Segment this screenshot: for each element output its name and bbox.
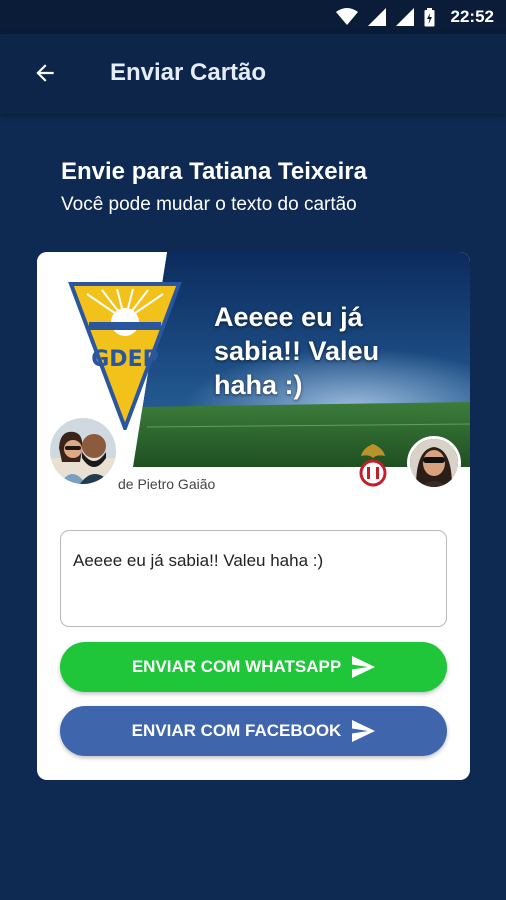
club-crest-icon (355, 442, 391, 488)
signal-icon (395, 8, 414, 26)
send-icon (351, 720, 376, 742)
logo-letters: GDEP (91, 347, 158, 372)
status-bar: 22:52 (0, 0, 506, 34)
app-bar: Enviar Cartão (0, 34, 506, 114)
recipient-avatar (407, 436, 461, 490)
sender-avatar (47, 415, 119, 487)
send-whatsapp-label: ENVIAR COM WHATSAPP (131, 657, 342, 676)
back-button[interactable] (30, 60, 60, 90)
message-input[interactable]: Aeeee eu já sabia!! Valeu haha :) (60, 530, 447, 627)
recipient-subheading: Você pode mudar o texto do cartão (61, 194, 357, 215)
wifi-icon (335, 8, 358, 26)
status-time: 22:52 (450, 7, 494, 26)
recipient-heading: Envie para Tatiana Teixeira (61, 158, 367, 185)
signal-icon (367, 8, 386, 26)
arrow-left-icon (32, 60, 58, 91)
sender-byline: de Pietro Gaião (118, 476, 216, 492)
battery-icon (424, 7, 435, 27)
send-facebook-button[interactable]: ENVIAR COM FACEBOOK (60, 706, 447, 756)
send-icon (351, 656, 376, 678)
greeting-card: GDEP Aeeee eu já sabia!! Valeu haha :) d… (37, 252, 470, 780)
send-whatsapp-button[interactable]: ENVIAR COM WHATSAPP (60, 642, 447, 692)
send-facebook-label: ENVIAR COM FACEBOOK (131, 721, 342, 740)
page-title: Enviar Cartão (110, 59, 267, 86)
club-logo: GDEP (67, 280, 183, 434)
card-message: Aeeee eu já sabia!! Valeu haha :) (214, 302, 380, 400)
